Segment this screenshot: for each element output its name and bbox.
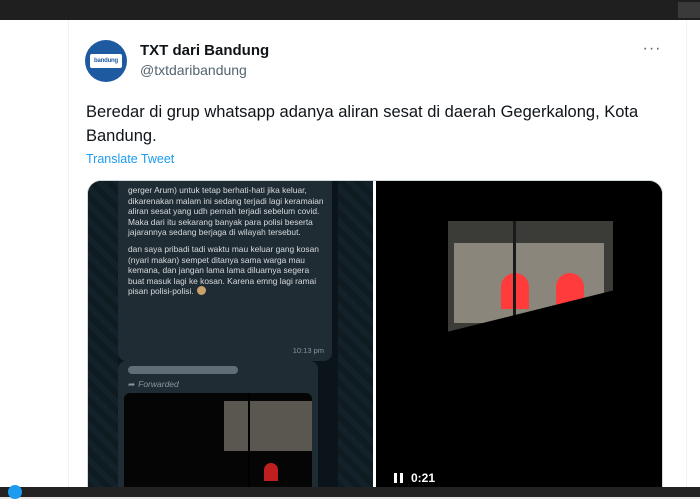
video-controls: 0:21 [376, 467, 662, 488]
translate-tweet-link[interactable]: Translate Tweet [86, 152, 174, 166]
author-avatar[interactable]: bandung [85, 40, 127, 82]
redaction-scribble [128, 366, 238, 374]
chat-message-paragraph: gerger Arum) untuk tetap berhati-hati ji… [128, 185, 324, 238]
chat-wallpaper [338, 181, 373, 488]
column-divider-right [686, 20, 687, 487]
chat-wallpaper [88, 181, 118, 488]
video-scene-window [264, 463, 278, 481]
chat-message-bubble: gerger Arum) untuk tetap berhati-hati ji… [118, 181, 332, 361]
pause-icon[interactable] [394, 472, 403, 483]
forwarded-message: ➦ Forwarded [118, 361, 318, 488]
video-elapsed-time: 0:21 [411, 470, 436, 485]
forwarded-video-thumbnail [124, 393, 312, 488]
video-progress-bar[interactable] [0, 485, 700, 499]
chat-message-paragraph-text: dan saya pribadi tadi waktu mau keluar g… [128, 243, 319, 297]
media-image-screenshot[interactable]: gerger Arum) untuk tetap berhati-hati ji… [88, 181, 373, 488]
emoji-icon [196, 286, 206, 296]
tweet-text: Beredar di grup whatsapp adanya aliran s… [86, 103, 639, 145]
author-display-name[interactable]: TXT dari Bandung [140, 42, 269, 59]
media-video[interactable]: 0:21 [376, 181, 662, 488]
video-scene-pole [248, 393, 250, 488]
author-handle[interactable]: @txtdaribandung [140, 62, 247, 78]
forward-arrow-icon: ➦ [128, 379, 136, 389]
chat-message-paragraph: dan saya pribadi tadi waktu mau keluar g… [128, 244, 324, 297]
tweet-media[interactable]: gerger Arum) untuk tetap berhati-hati ji… [87, 180, 663, 488]
more-options-icon[interactable]: ··· [640, 40, 664, 60]
video-scene-wall [224, 401, 312, 451]
browser-top-bar [0, 0, 700, 20]
column-divider-left [68, 20, 69, 487]
avatar-logo-text: bandung [90, 54, 122, 68]
forwarded-label: ➦ Forwarded [128, 379, 179, 390]
chat-timestamp: 10:13 pm [292, 346, 324, 355]
forwarded-label-text: Forwarded [138, 379, 179, 389]
window-control[interactable] [678, 2, 700, 18]
